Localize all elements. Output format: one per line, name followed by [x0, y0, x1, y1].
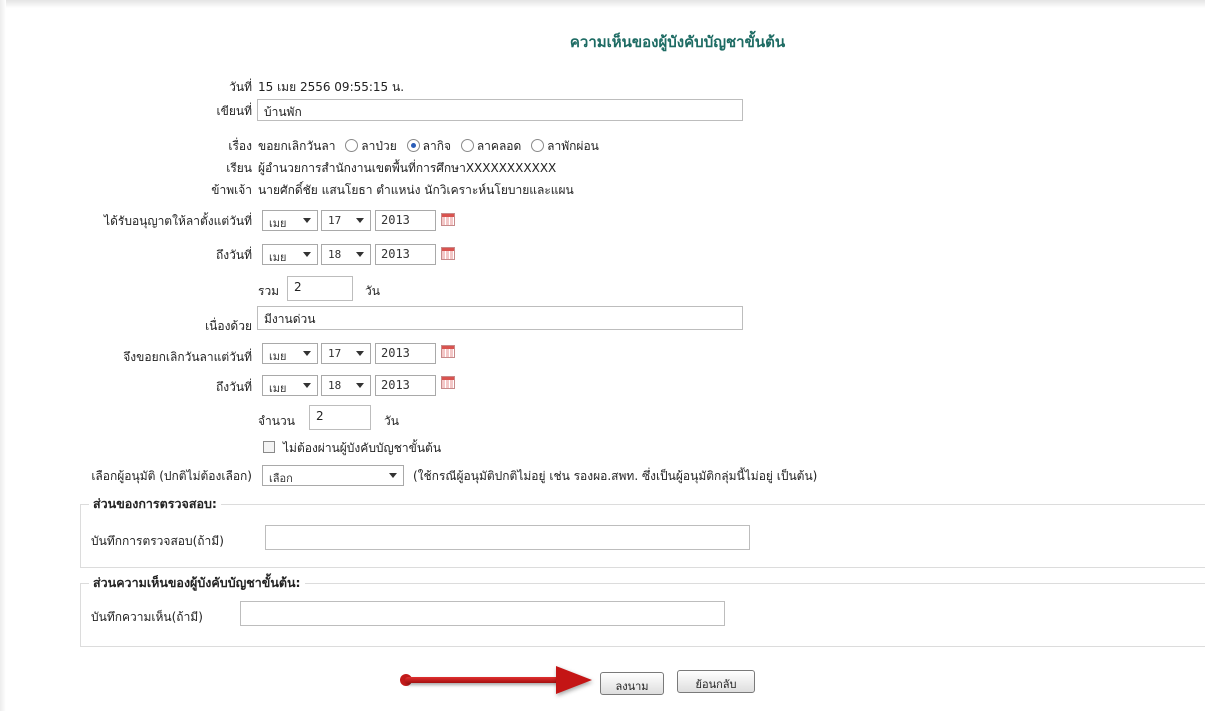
approver-selected-value: เลือก: [269, 472, 293, 485]
approver-label: เลือกผู้อนุมัติ (ปกติไม่ต้องเลือก): [91, 469, 252, 483]
granted-to-month-select[interactable]: เมย: [262, 244, 318, 265]
inspection-field-label: บันทึกการตรวจสอบ(ถ้ามี): [91, 534, 224, 548]
total-label: รวม: [258, 284, 280, 298]
count-input[interactable]: 2: [309, 405, 371, 430]
granted-from-day-value: 17: [328, 214, 342, 227]
radio-maternity-leave-label: ลาคลอด: [476, 139, 522, 153]
cancel-from-month-select[interactable]: เมย: [262, 343, 318, 364]
inspection-legend: ส่วนของการตรวจสอบ:: [93, 496, 217, 511]
granted-to-label-row: ถึงวันที่: [0, 242, 252, 266]
total-unit: วัน: [365, 284, 380, 298]
subject-line: ขอยกเลิกวันลา ลาป่วย ลากิจ ลาคลอด ลาพักผ…: [258, 137, 599, 156]
chevron-down-icon: [389, 473, 397, 478]
cancel-to-day-select[interactable]: 18: [321, 375, 371, 396]
written-at-label-row: เขียนที่: [0, 98, 252, 122]
granted-to-day-select[interactable]: 18: [321, 244, 371, 265]
granted-from-label-row: ได้รับอนุญาตให้ลาตั้งแต่วันที่: [0, 208, 252, 232]
cancel-from-year-input[interactable]: 2013: [375, 343, 436, 364]
to-value: ผู้อำนวยการสำนักงานเขตพื้นที่การศึกษาXXX…: [258, 161, 557, 175]
granted-from-day-select[interactable]: 17: [321, 210, 371, 231]
opinion-input[interactable]: [240, 601, 725, 626]
calendar-icon[interactable]: [441, 247, 455, 260]
reason-label-row: เนื่องด้วย: [0, 313, 252, 337]
top-shadow: [0, 0, 1205, 8]
sign-button[interactable]: ลงนาม: [600, 672, 664, 695]
reason-label: เนื่องด้วย: [205, 319, 252, 333]
me-label: ข้าพเจ้า: [211, 183, 252, 197]
approver-select[interactable]: เลือก: [262, 465, 404, 486]
opinion-legend: ส่วนความเห็นของผู้บังคับบัญชาขั้นต้น:: [93, 575, 301, 590]
granted-from-month-value: เมย: [269, 217, 287, 230]
cancel-to-label: ถึงวันที่: [216, 380, 252, 394]
calendar-icon[interactable]: [441, 376, 455, 389]
count-label: จำนวน: [258, 414, 295, 428]
radio-personal-leave-label: ลากิจ: [422, 139, 451, 153]
cancel-to-month-value: เมย: [269, 382, 287, 395]
cancel-from-day-value: 17: [328, 347, 342, 360]
granted-to-month-value: เมย: [269, 251, 287, 264]
subject-label-row: เรื่อง: [0, 133, 252, 157]
subject-label: เรื่อง: [228, 139, 252, 153]
approver-label-row: เลือกผู้อนุมัติ (ปกติไม่ต้องเลือก): [0, 463, 252, 487]
calendar-icon[interactable]: [441, 213, 455, 226]
calendar-icon[interactable]: [441, 345, 455, 358]
cancel-from-label-row: จึงขอยกเลิกวันลาแต่วันที่: [0, 344, 252, 368]
radio-maternity-leave[interactable]: [460, 139, 474, 152]
red-arrow-head: [556, 666, 592, 694]
red-arrow-annotation: [405, 677, 560, 683]
total-input[interactable]: 2: [287, 276, 353, 301]
chevron-down-icon: [303, 383, 311, 388]
to-label-row: เรียน: [0, 155, 252, 179]
chevron-down-icon: [356, 383, 364, 388]
inspection-input[interactable]: [265, 525, 750, 550]
cancel-to-year-input[interactable]: 2013: [375, 375, 436, 396]
skip-supervisor-checkbox[interactable]: [263, 441, 275, 453]
granted-to-day-value: 18: [328, 248, 342, 261]
written-at-input[interactable]: บ้านพัก: [257, 99, 743, 121]
granted-from-label: ได้รับอนุญาตให้ลาตั้งแต่วันที่: [104, 214, 252, 228]
granted-from-month-select[interactable]: เมย: [262, 210, 318, 231]
me-label-row: ข้าพเจ้า: [0, 177, 252, 201]
reason-input[interactable]: มีงานด่วน: [257, 306, 743, 330]
cancel-to-label-row: ถึงวันที่: [0, 374, 252, 398]
cancel-to-day-value: 18: [328, 379, 342, 392]
cancel-to-month-select[interactable]: เมย: [262, 375, 318, 396]
chevron-down-icon: [303, 252, 311, 257]
opinion-field-label: บันทึกความเห็น(ถ้ามี): [91, 610, 203, 624]
radio-sick-leave[interactable]: [345, 139, 359, 152]
granted-from-year-input[interactable]: 2013: [375, 210, 436, 231]
radio-vacation-leave-label: ลาพักผ่อน: [547, 139, 599, 153]
to-label: เรียน: [226, 161, 252, 175]
back-button[interactable]: ย้อนกลับ: [677, 670, 755, 693]
subject-prefix: ขอยกเลิกวันลา: [258, 139, 336, 153]
chevron-down-icon: [303, 351, 311, 356]
skip-supervisor-label: ไม่ต้องผ่านผู้บังคับบัญชาขั้นต้น: [283, 441, 442, 455]
chevron-down-icon: [356, 218, 364, 223]
date-label-row: วันที่: [0, 74, 252, 98]
radio-vacation-leave[interactable]: [531, 139, 545, 152]
chevron-down-icon: [356, 252, 364, 257]
cancel-from-month-value: เมย: [269, 350, 287, 363]
granted-to-label: ถึงวันที่: [216, 248, 252, 262]
granted-to-year-input[interactable]: 2013: [375, 244, 436, 265]
radio-sick-leave-label: ลาป่วย: [361, 139, 397, 153]
chevron-down-icon: [303, 218, 311, 223]
count-unit: วัน: [384, 414, 399, 428]
approver-note: (ใช้กรณีผู้อนุมัติปกติไม่อยู่ เช่น รองผอ…: [413, 469, 818, 483]
me-value: นายศักดิ์ชัย แสนโยธา ตำแหน่ง นักวิเคราะห…: [258, 183, 574, 197]
date-value: 15 เมย 2556 09:55:15 น.: [258, 80, 405, 94]
page-title: ความเห็นของผู้บังคับบัญชาขั้นต้น: [569, 33, 786, 51]
written-at-label: เขียนที่: [216, 104, 252, 118]
chevron-down-icon: [356, 351, 364, 356]
cancel-from-day-select[interactable]: 17: [321, 343, 371, 364]
radio-personal-leave[interactable]: [406, 139, 420, 152]
cancel-from-label: จึงขอยกเลิกวันลาแต่วันที่: [123, 350, 252, 364]
date-label: วันที่: [229, 80, 252, 94]
